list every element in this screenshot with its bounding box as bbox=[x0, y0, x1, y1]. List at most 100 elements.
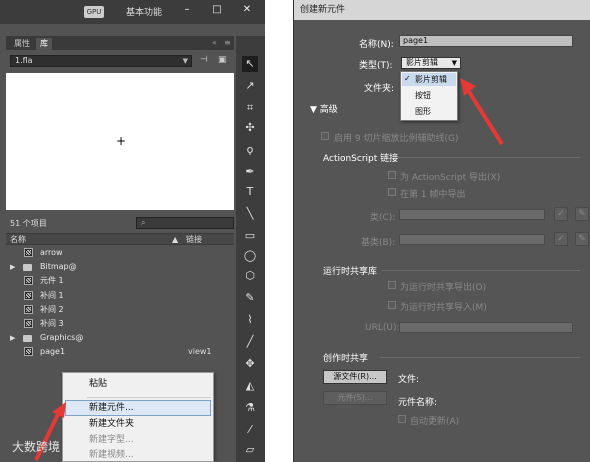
validate-class-icon[interactable]: ✓ bbox=[554, 207, 568, 221]
validate-base-icon[interactable]: ✓ bbox=[554, 232, 568, 246]
lasso-tool-icon[interactable]: ϙ bbox=[242, 142, 258, 158]
list-item[interactable]: arrow bbox=[6, 246, 234, 260]
scale9-checkbox[interactable] bbox=[321, 132, 329, 140]
type-dropdown: ✓ 影片剪辑 按钮 图形 bbox=[400, 71, 458, 121]
movie-clip-icon bbox=[24, 304, 33, 314]
app-topbar: GPU 基本功能 – □ ✕ bbox=[0, 0, 265, 24]
folder-icon bbox=[23, 264, 32, 272]
export-as-checkbox[interactable] bbox=[388, 171, 396, 179]
paint-bucket-tool-icon[interactable]: ◭ bbox=[242, 378, 258, 394]
polystar-tool-icon[interactable]: ⬡ bbox=[242, 268, 258, 284]
menu-item-new-video[interactable]: 新建视频... bbox=[89, 448, 134, 462]
export-runtime-checkbox[interactable] bbox=[388, 281, 396, 289]
menu-item-paste[interactable]: 粘贴 bbox=[89, 377, 107, 391]
free-transform-tool-icon[interactable]: ⌗ bbox=[242, 100, 258, 116]
new-library-icon[interactable]: ▣ bbox=[218, 55, 227, 65]
column-linkage[interactable]: 链接 bbox=[186, 234, 202, 245]
list-item-label: Graphics@ bbox=[40, 333, 84, 343]
line-tool-icon[interactable]: ╲ bbox=[242, 206, 258, 222]
menu-item-new-symbol[interactable]: 新建元件... bbox=[89, 401, 134, 415]
tab-properties[interactable]: 属性 bbox=[10, 38, 34, 50]
tools-panel: ↖ ↗ ⌗ ✣ ϙ ✒ T ╲ ▭ ◯ ⬡ ✎ ⌇ ╱ ✥ ◭ ⚗ ⁄ ▱ bbox=[236, 36, 265, 462]
class-input[interactable] bbox=[399, 209, 545, 220]
minimize-button[interactable]: – bbox=[180, 3, 194, 17]
maximize-button[interactable]: □ bbox=[210, 3, 224, 17]
eyedropper-tool-icon[interactable]: ⁄ bbox=[242, 422, 258, 438]
movie-clip-icon bbox=[24, 276, 33, 286]
menu-highlight bbox=[65, 400, 211, 416]
column-name[interactable]: 名称 bbox=[10, 234, 26, 245]
collapse-icon[interactable]: « bbox=[212, 38, 217, 47]
name-input[interactable]: page1 bbox=[399, 35, 573, 47]
workspace-switcher[interactable]: 基本功能 bbox=[126, 5, 162, 18]
list-item-label: page1 bbox=[40, 347, 66, 357]
list-item-label: 补间 2 bbox=[40, 304, 64, 314]
eraser-tool-icon[interactable]: ▱ bbox=[242, 442, 258, 458]
3d-rotation-tool-icon[interactable]: ✣ bbox=[242, 120, 258, 136]
selection-tool-icon[interactable]: ↖ bbox=[242, 56, 258, 72]
pencil-tool-icon[interactable]: ✎ bbox=[242, 290, 258, 306]
export-as-label: 为 ActionScript 导出(X) bbox=[400, 173, 501, 183]
menu-separator bbox=[87, 397, 211, 398]
option-graphic[interactable]: 图形 bbox=[415, 106, 431, 117]
pen-tool-icon[interactable]: ✒ bbox=[242, 164, 258, 180]
pin-icon[interactable]: ⊣ bbox=[200, 55, 208, 65]
list-item[interactable]: ▶ Bitmap@ bbox=[6, 260, 234, 274]
sort-arrow-icon[interactable]: ▲ bbox=[172, 234, 178, 245]
type-label: 类型(T): bbox=[359, 61, 393, 71]
context-menu: 粘贴 新建元件... 新建文件夹 新建字型... 新建视频... bbox=[62, 372, 214, 462]
name-label: 名称(N): bbox=[359, 40, 394, 50]
option-button[interactable]: 按钮 bbox=[415, 90, 431, 101]
list-item[interactable]: 补间 2 bbox=[6, 303, 234, 317]
menu-item-new-folder[interactable]: 新建文件夹 bbox=[89, 417, 134, 431]
deco-tool-icon[interactable]: ╱ bbox=[242, 334, 258, 350]
ink-bottle-tool-icon[interactable]: ⚗ bbox=[242, 400, 258, 416]
list-item[interactable]: ▶ Graphics@ bbox=[6, 331, 234, 345]
library-file-select[interactable]: 1.fla ▼ bbox=[10, 55, 192, 67]
edit-class-icon[interactable]: ✎ bbox=[575, 207, 589, 221]
option-movie-clip[interactable]: 影片剪辑 bbox=[415, 74, 447, 85]
symbol-button[interactable]: 元件(S)... bbox=[323, 391, 387, 405]
list-item[interactable]: 补间 1 bbox=[6, 289, 234, 303]
import-runtime-checkbox[interactable] bbox=[388, 301, 396, 309]
runtime-shared-header: 运行时共享库 bbox=[323, 267, 378, 277]
subselection-tool-icon[interactable]: ↗ bbox=[242, 78, 258, 94]
source-file-button[interactable]: 源文件(R)... bbox=[323, 370, 387, 384]
chevron-down-icon: ▼ bbox=[182, 57, 188, 65]
list-item-label: Bitmap@ bbox=[40, 262, 77, 272]
close-button[interactable]: ✕ bbox=[240, 3, 254, 17]
chevron-down-icon: ▼ bbox=[451, 59, 457, 67]
as-linkage-header: ActionScript 链接 bbox=[323, 154, 399, 164]
watermark: 大数跨境 bbox=[12, 440, 61, 454]
text-tool-icon[interactable]: T bbox=[242, 184, 258, 200]
type-select-value: 影片剪辑 bbox=[406, 58, 438, 67]
export-frame1-checkbox[interactable] bbox=[388, 188, 396, 196]
symbol-name-label: 元件名称: bbox=[398, 398, 438, 408]
url-input[interactable] bbox=[399, 322, 573, 333]
folder-icon bbox=[23, 335, 32, 343]
list-item[interactable]: page1 view1 bbox=[6, 345, 234, 359]
movie-clip-icon bbox=[24, 319, 33, 328]
list-item[interactable]: 元件 1 bbox=[6, 274, 234, 288]
tab-library[interactable]: 库 bbox=[36, 38, 52, 50]
edit-base-icon[interactable]: ✎ bbox=[575, 232, 589, 246]
library-list-header: 名称 ▲ 链接 bbox=[6, 233, 234, 245]
oval-tool-icon[interactable]: ◯ bbox=[242, 248, 258, 264]
auto-update-checkbox[interactable] bbox=[398, 415, 406, 423]
library-search-input[interactable]: ⌕ bbox=[136, 217, 234, 229]
menu-item-new-font[interactable]: 新建字型... bbox=[89, 433, 134, 447]
checkmark-icon: ✓ bbox=[404, 74, 411, 83]
brush-tool-icon[interactable]: ⌇ bbox=[242, 312, 258, 328]
bone-tool-icon[interactable]: ✥ bbox=[242, 356, 258, 372]
rectangle-tool-icon[interactable]: ▭ bbox=[242, 228, 258, 244]
expand-icon[interactable]: ▶ bbox=[10, 260, 15, 274]
item-count: 51 个项目 bbox=[10, 219, 47, 228]
expand-icon[interactable]: ▶ bbox=[10, 331, 15, 345]
type-select[interactable]: 影片剪辑 ▼ bbox=[401, 57, 461, 69]
base-class-input[interactable] bbox=[399, 234, 545, 245]
advanced-toggle[interactable]: ▼ 高级 bbox=[310, 102, 338, 115]
symbol-preview: + bbox=[6, 73, 234, 210]
list-item[interactable]: 补间 3 bbox=[6, 317, 234, 331]
panel-menu-icon[interactable]: ≡ bbox=[224, 38, 231, 47]
movie-clip-icon bbox=[24, 347, 33, 357]
